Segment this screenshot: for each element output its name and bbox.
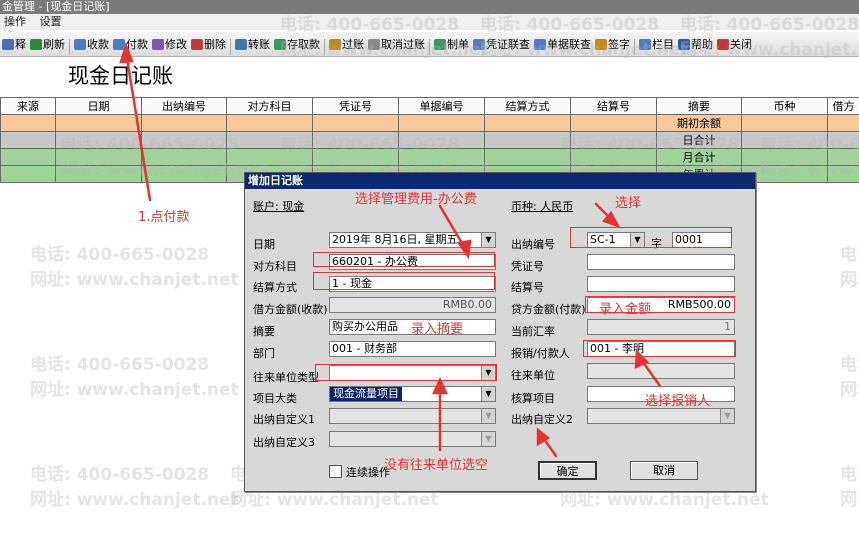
annotation-arrows: [119, 42, 662, 458]
